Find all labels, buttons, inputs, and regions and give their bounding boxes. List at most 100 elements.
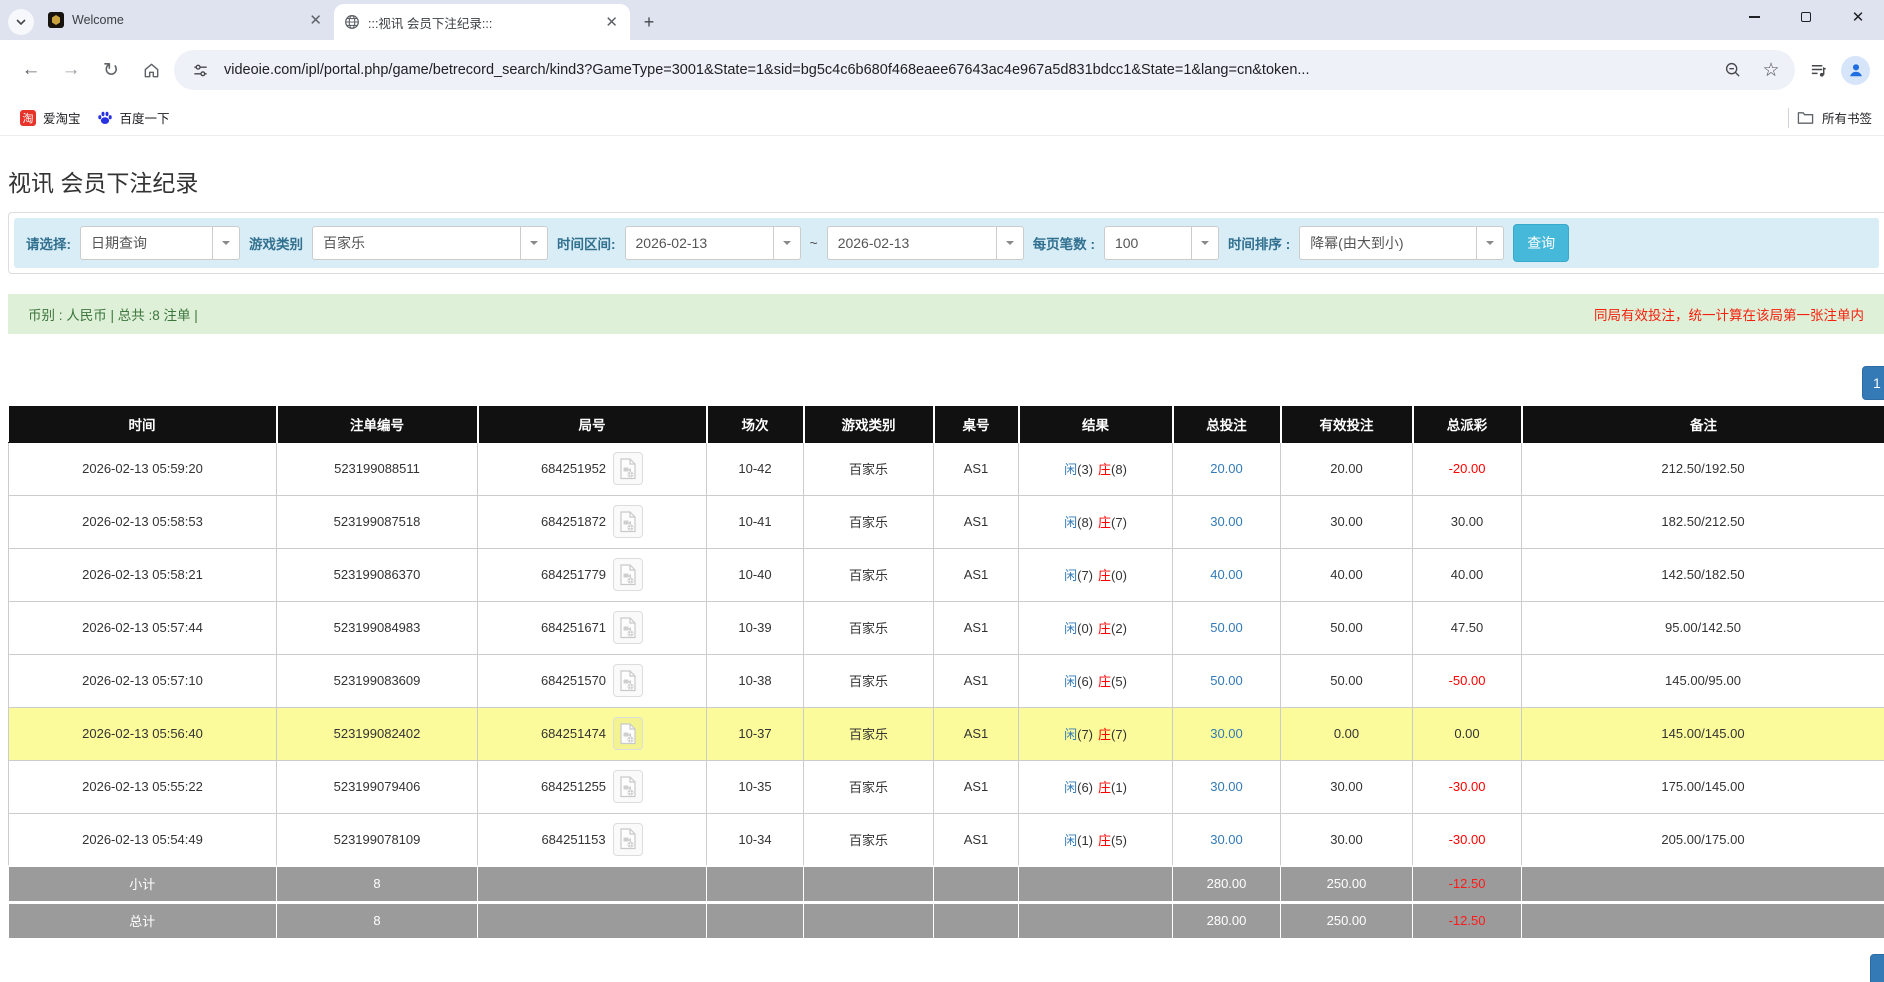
bet-id: 523199082402	[277, 707, 478, 760]
video-replay-icon[interactable]	[613, 611, 643, 644]
window-minimize-button[interactable]	[1728, 0, 1780, 34]
result	[1019, 902, 1173, 938]
back-icon[interactable]: ←	[14, 53, 48, 87]
round-number: 684251570	[541, 673, 606, 688]
result: 闲(7)庄(0)	[1019, 548, 1173, 601]
query-type-select[interactable]: 日期查询	[80, 226, 240, 260]
round-number-cell: 684251952	[478, 442, 707, 495]
column-header: 总派彩	[1413, 406, 1522, 442]
table-row: 2026-02-13 05:58:21523199086370684251779…	[9, 548, 1884, 601]
table-number: AS1	[934, 654, 1019, 707]
query-button[interactable]: 查询	[1513, 224, 1569, 262]
reload-icon[interactable]: ↻	[94, 53, 128, 87]
bet-id: 523199086370	[277, 548, 478, 601]
round-number: 684251671	[541, 620, 606, 635]
bet-id: 523199078109	[277, 813, 478, 866]
valid-bet: 40.00	[1281, 548, 1413, 601]
valid-bet: 250.00	[1281, 866, 1413, 902]
round-number-cell: 684251255	[478, 760, 707, 813]
date-from-value: 2026-02-13	[626, 227, 773, 259]
game-type-select[interactable]: 百家乐	[312, 226, 548, 260]
filter-panel: 请选择: 日期查询 游戏类别 百家乐 时间区间: 2026-02-13 ~ 20…	[8, 212, 1884, 274]
query-type-value: 日期查询	[81, 227, 212, 259]
game-type: 百家乐	[804, 548, 934, 601]
site-info-tune-icon[interactable]	[186, 56, 214, 84]
date-from-select[interactable]: 2026-02-13	[625, 226, 801, 260]
bet-time: 2026-02-13 05:58:53	[9, 495, 277, 548]
total-bet: 280.00	[1173, 866, 1281, 902]
all-bookmarks-button[interactable]: 所有书签	[1797, 108, 1872, 127]
note: 142.50/182.50	[1522, 548, 1884, 601]
url-bar[interactable]: videoie.com/ipl/portal.php/game/betrecor…	[174, 50, 1795, 90]
result: 闲(6)庄(1)	[1019, 760, 1173, 813]
window-maximize-button[interactable]	[1780, 0, 1832, 34]
tab-close-icon[interactable]: ✕	[603, 13, 620, 31]
tab-title: :::视讯 会员下注纪录:::	[368, 13, 595, 32]
payout: 30.00	[1413, 495, 1522, 548]
media-controls-icon[interactable]	[1801, 53, 1835, 87]
footer-label: 总计	[9, 902, 277, 938]
video-replay-icon[interactable]	[613, 717, 643, 750]
bookmarks-divider	[1788, 108, 1789, 128]
game-type: 百家乐	[804, 495, 934, 548]
payout: -20.00	[1413, 442, 1522, 495]
forward-icon[interactable]: →	[54, 53, 88, 87]
bookmark-baidu[interactable]: 百度一下	[89, 104, 178, 131]
session: 10-39	[707, 601, 804, 654]
column-header: 备注	[1522, 406, 1884, 442]
column-header: 游戏类别	[804, 406, 934, 442]
total-bet: 30.00	[1173, 813, 1281, 866]
bet-time: 2026-02-13 05:57:10	[9, 654, 277, 707]
time-range-label: 时间区间:	[557, 233, 616, 253]
currency-summary-text: 币别 : 人民币 | 总共 :8 注单 |	[28, 304, 198, 324]
date-to-select[interactable]: 2026-02-13	[827, 226, 1024, 260]
note: 95.00/142.50	[1522, 601, 1884, 654]
result: 闲(0)庄(2)	[1019, 601, 1173, 654]
round-number: 684251255	[541, 779, 606, 794]
tab-search-chevron-icon[interactable]	[8, 9, 34, 35]
payout: 0.00	[1413, 707, 1522, 760]
select-type-label: 请选择:	[26, 233, 71, 253]
video-replay-icon[interactable]	[613, 770, 643, 803]
bet-id: 523199088511	[277, 442, 478, 495]
session: 10-40	[707, 548, 804, 601]
pagination-top: 1	[8, 366, 1884, 400]
bet-id: 8	[277, 866, 478, 902]
round-number: 684251872	[541, 514, 606, 529]
table-row: 2026-02-13 05:54:49523199078109684251153…	[9, 813, 1884, 866]
home-icon[interactable]	[134, 53, 168, 87]
page-1-button[interactable]: 1	[1862, 366, 1884, 400]
result: 闲(3)庄(8)	[1019, 442, 1173, 495]
profile-avatar[interactable]	[1841, 56, 1870, 85]
column-header: 桌号	[934, 406, 1019, 442]
bookmark-star-icon[interactable]: ☆	[1757, 56, 1785, 84]
page-size-select[interactable]: 100	[1104, 226, 1219, 260]
note: 145.00/145.00	[1522, 707, 1884, 760]
table-number: AS1	[934, 601, 1019, 654]
window-close-button[interactable]: ✕	[1832, 0, 1884, 34]
note: 212.50/192.50	[1522, 442, 1884, 495]
page-1-button-bottom[interactable]: 1	[1870, 954, 1884, 982]
sort-select[interactable]: 降幂(由大到小)	[1299, 226, 1504, 260]
url-text[interactable]: videoie.com/ipl/portal.php/game/betrecor…	[224, 62, 1709, 78]
tab-close-icon[interactable]: ✕	[307, 11, 324, 29]
new-tab-button[interactable]: +	[636, 9, 662, 35]
zoom-out-icon[interactable]	[1719, 56, 1747, 84]
video-replay-icon[interactable]	[613, 664, 643, 697]
globe-favicon	[344, 14, 360, 30]
bookmark-aitaobao[interactable]: 淘 爱淘宝	[12, 104, 89, 131]
payout: -12.50	[1413, 902, 1522, 938]
video-replay-icon[interactable]	[613, 823, 643, 856]
note: 205.00/175.00	[1522, 813, 1884, 866]
valid-bet: 30.00	[1281, 760, 1413, 813]
table-row: 2026-02-13 05:55:22523199079406684251255…	[9, 760, 1884, 813]
valid-bet: 0.00	[1281, 707, 1413, 760]
tab-bet-record[interactable]: :::视讯 会员下注纪录::: ✕	[334, 4, 630, 40]
video-replay-icon[interactable]	[613, 558, 643, 591]
bookmark-label: 爱淘宝	[43, 108, 81, 127]
chevron-down-icon	[1191, 227, 1218, 259]
table-number: AS1	[934, 442, 1019, 495]
video-replay-icon[interactable]	[613, 452, 643, 485]
video-replay-icon[interactable]	[613, 505, 643, 538]
tab-welcome[interactable]: Welcome ✕	[38, 3, 334, 37]
